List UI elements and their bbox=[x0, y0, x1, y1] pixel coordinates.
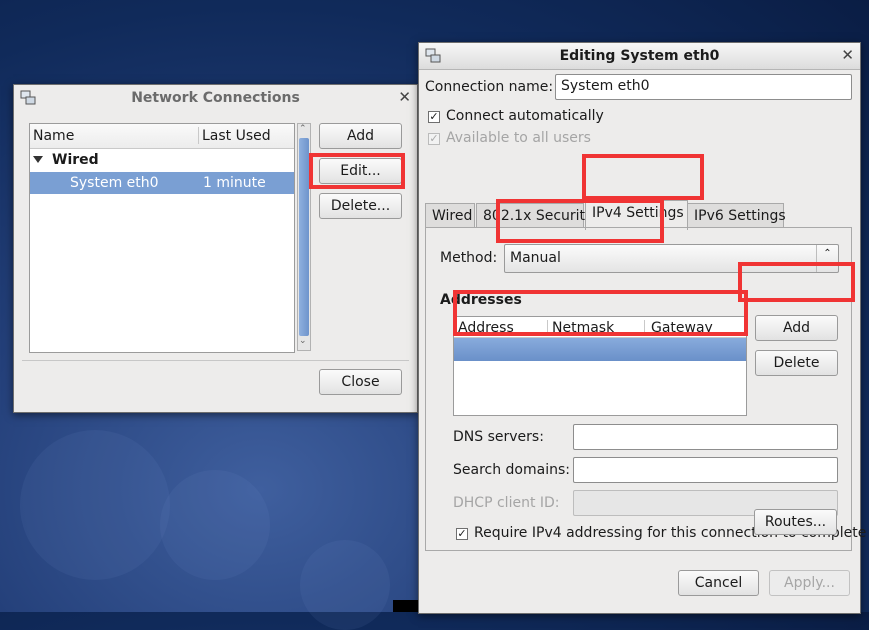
column-header-address[interactable]: Address bbox=[458, 320, 514, 336]
network-icon bbox=[20, 90, 36, 105]
row-last-used: 1 minute ago bbox=[203, 175, 266, 207]
ipv4-settings-panel: Method: Manual ⌃ ⌄ Addresses Address Netm… bbox=[425, 227, 866, 551]
network-connections-window: Network Connections ✕ Name Last Used Wir… bbox=[13, 84, 418, 413]
addresses-table-header: Address Netmask Gateway bbox=[454, 317, 746, 338]
scrollbar-thumb[interactable] bbox=[299, 138, 309, 336]
desktop-bokeh bbox=[160, 470, 270, 580]
column-header-gateway[interactable]: Gateway bbox=[651, 320, 713, 336]
network-connections-titlebar[interactable]: Network Connections ✕ bbox=[14, 85, 417, 111]
window-title: Editing System eth0 bbox=[559, 48, 720, 64]
editing-connection-window: Editing System eth0 ✕ Connection name: S… bbox=[418, 42, 866, 614]
tab-ipv4-settings[interactable]: IPv4 Settings bbox=[585, 200, 688, 230]
column-header-netmask[interactable]: Netmask bbox=[552, 320, 614, 336]
list-scrollbar[interactable]: ⌃ ⌄ bbox=[297, 123, 311, 351]
dns-servers-label: DNS servers: bbox=[453, 429, 544, 445]
group-row-wired[interactable]: Wired bbox=[30, 149, 294, 171]
combo-arrows-icon: ⌃ ⌄ bbox=[816, 245, 838, 272]
desktop-bokeh bbox=[20, 430, 170, 580]
add-connection-button[interactable]: Add bbox=[319, 123, 402, 149]
desktop-bokeh bbox=[300, 540, 390, 630]
method-value: Manual bbox=[510, 250, 561, 266]
column-header-last-used[interactable]: Last Used bbox=[202, 128, 271, 144]
addresses-table[interactable]: Address Netmask Gateway bbox=[453, 316, 747, 416]
tab-wired[interactable]: Wired bbox=[425, 203, 475, 227]
column-divider bbox=[547, 320, 548, 334]
window-title: Network Connections bbox=[131, 90, 300, 106]
connection-name-label: Connection name: bbox=[425, 79, 554, 95]
editor-titlebar[interactable]: Editing System eth0 ✕ bbox=[419, 43, 860, 70]
column-divider bbox=[198, 127, 199, 144]
column-divider bbox=[644, 320, 645, 334]
tab-ipv6-settings[interactable]: IPv6 Settings bbox=[687, 203, 786, 227]
network-icon bbox=[425, 48, 441, 63]
expander-down-icon[interactable] bbox=[33, 155, 43, 165]
group-label: Wired bbox=[52, 152, 99, 168]
table-row[interactable]: System eth0 1 minute ago bbox=[30, 172, 294, 207]
dns-servers-field[interactable] bbox=[573, 424, 838, 450]
connect-automatically-label[interactable]: Connect automatically bbox=[446, 108, 604, 124]
apply-button[interactable]: Apply... bbox=[769, 570, 850, 596]
table-row[interactable] bbox=[454, 338, 746, 361]
edit-connection-button[interactable]: Edit... bbox=[319, 158, 402, 184]
row-name: System eth0 bbox=[70, 175, 159, 191]
scroll-down-icon[interactable]: ⌄ bbox=[299, 336, 307, 346]
column-header-name[interactable]: Name bbox=[33, 128, 74, 144]
search-domains-label: Search domains: bbox=[453, 462, 570, 478]
routes-button[interactable]: Routes... bbox=[754, 509, 837, 535]
connections-list[interactable]: Name Last Used Wired System eth0 1 minut… bbox=[29, 123, 295, 353]
cancel-button[interactable]: Cancel bbox=[678, 570, 759, 596]
close-button[interactable]: Close bbox=[319, 369, 402, 395]
addresses-heading: Addresses bbox=[440, 292, 522, 308]
require-ipv4-checkbox[interactable]: ✓ bbox=[456, 528, 468, 540]
available-to-all-users-checkbox: ✓ bbox=[428, 132, 440, 145]
delete-connection-button[interactable]: Delete... bbox=[319, 193, 402, 219]
connect-automatically-checkbox[interactable]: ✓ bbox=[428, 111, 440, 123]
tab-8021x-security[interactable]: 802.1x Security bbox=[476, 203, 593, 227]
add-address-button[interactable]: Add bbox=[755, 315, 838, 341]
connection-name-field[interactable]: System eth0 bbox=[555, 74, 852, 100]
close-icon[interactable]: ✕ bbox=[841, 46, 854, 64]
available-to-all-users-label: Available to all users bbox=[446, 130, 591, 146]
scroll-up-icon[interactable]: ⌃ bbox=[299, 124, 307, 134]
close-icon[interactable]: ✕ bbox=[398, 88, 411, 106]
separator bbox=[22, 360, 409, 361]
list-header: Name Last Used bbox=[30, 124, 294, 149]
search-domains-field[interactable] bbox=[573, 457, 838, 483]
method-select[interactable]: Manual ⌃ ⌄ bbox=[504, 244, 839, 273]
dhcp-client-id-label: DHCP client ID: bbox=[453, 495, 560, 511]
delete-address-button[interactable]: Delete bbox=[755, 350, 838, 376]
method-label: Method: bbox=[440, 250, 498, 266]
